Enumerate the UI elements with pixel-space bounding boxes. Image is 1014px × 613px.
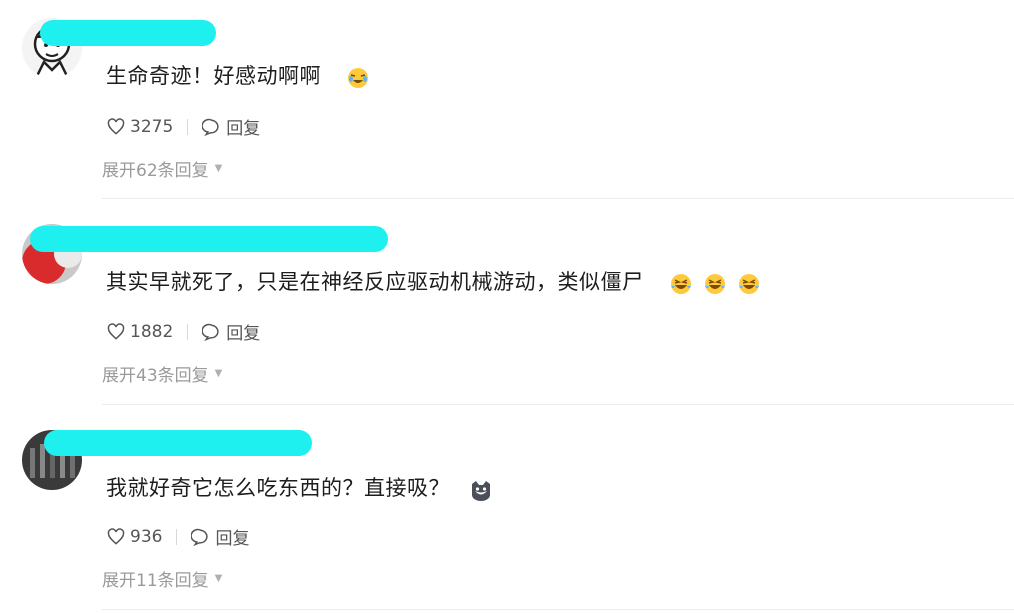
like-count: 936 — [130, 526, 163, 547]
comment-actions: 3275 回复 — [106, 114, 260, 139]
like-button[interactable]: 3275 — [106, 117, 173, 137]
caret-down-icon: ▼ — [214, 573, 223, 584]
like-count: 3275 — [130, 116, 174, 137]
heart-icon — [107, 117, 125, 135]
caret-down-icon: ▼ — [214, 163, 223, 174]
reply-button[interactable]: 回复 — [191, 524, 249, 549]
reply-label: 回复 — [226, 119, 261, 139]
like-count: 1882 — [130, 321, 174, 342]
cat-face-icon — [472, 480, 491, 501]
divider — [187, 118, 189, 135]
comment-bubble-icon — [202, 118, 219, 136]
comment-bubble-icon — [202, 323, 219, 341]
expand-replies[interactable]: 展开43条回复 ▼ — [102, 361, 222, 386]
divider — [102, 404, 1014, 405]
caret-down-icon: ▼ — [214, 368, 223, 379]
heart-icon — [107, 322, 125, 340]
redacted-username — [40, 20, 216, 46]
divider — [102, 609, 1014, 610]
comment-bubble-icon — [191, 528, 209, 546]
divider — [176, 528, 178, 545]
like-button[interactable]: 936 — [106, 527, 162, 547]
reply-button[interactable]: 回复 — [202, 114, 260, 139]
reply-label: 回复 — [215, 529, 250, 549]
comment-actions: 936 回复 — [106, 524, 249, 549]
redacted-username — [44, 430, 312, 456]
reply-label: 回复 — [226, 324, 261, 344]
reply-button[interactable]: 回复 — [202, 319, 260, 344]
comment-actions: 1882 回复 — [106, 319, 260, 344]
laughing-tears-icon — [738, 273, 759, 294]
comment-text: 生命奇迹！好感动啊啊 — [106, 60, 380, 90]
heart-icon — [107, 527, 125, 545]
like-button[interactable]: 1882 — [106, 322, 173, 342]
comment-text: 其实早就死了，只是在神经反应驱动机械游动，类似僵尸 — [106, 266, 771, 296]
divider — [187, 323, 189, 340]
redacted-username — [30, 226, 388, 252]
expand-replies[interactable]: 展开62条回复 ▼ — [102, 156, 222, 181]
divider — [102, 198, 1014, 199]
laughing-tears-icon — [704, 273, 725, 294]
laughing-tears-icon — [670, 273, 691, 294]
comment-text: 我就好奇它怎么吃东西的？直接吸？ — [106, 472, 503, 502]
expand-replies[interactable]: 展开11条回复 ▼ — [102, 566, 222, 591]
crying-laugh-icon — [348, 67, 369, 88]
